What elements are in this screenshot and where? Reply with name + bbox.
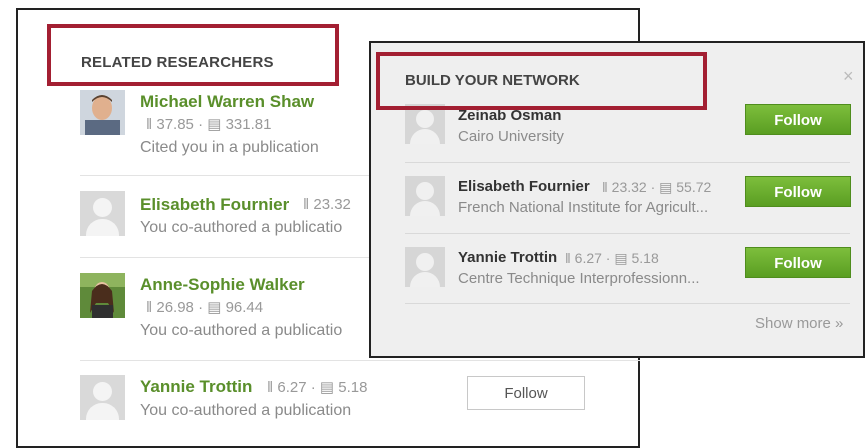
network-person-name[interactable]: Yannie Trottin [458,249,557,266]
researcher-name-link[interactable]: Michael Warren Shaw [140,92,314,112]
follow-button[interactable]: Follow [745,247,851,278]
divider [405,303,850,304]
divider [80,360,640,361]
divider [405,233,850,234]
network-person-name[interactable]: Elisabeth Fournier [458,178,590,195]
avatar[interactable] [80,273,125,318]
researcher-description: Cited you in a publication [140,139,319,156]
show-more-link[interactable]: Show more » [755,315,843,332]
researcher-description: You co-authored a publicatio [140,219,343,236]
network-person-affiliation: Centre Technique Interprofessionn... [458,270,700,287]
build-network-title: BUILD YOUR NETWORK [405,72,580,89]
follow-button[interactable]: Follow [745,176,851,207]
researcher-description: You co-authored a publicatio [140,322,343,339]
researcher-stats: ‖ 6.27 · ▤ 5.18 [267,379,368,396]
researcher-description: You co-authored a publication [140,402,352,419]
follow-button[interactable]: Follow [467,376,585,410]
researcher-stats: ‖ 23.32 [303,196,351,213]
avatar[interactable] [80,90,125,135]
divider [405,162,850,163]
researcher-stats: ‖ 37.85 · ▤ 331.81 [146,116,272,133]
network-person-stats: ‖ 23.32 · ▤ 55.72 [602,179,712,195]
avatar[interactable] [405,247,445,287]
follow-button[interactable]: Follow [745,104,851,135]
researcher-stats: ‖ 26.98 · ▤ 96.44 [146,299,264,316]
avatar[interactable] [405,104,445,144]
close-icon[interactable]: × [843,66,854,87]
avatar[interactable] [80,375,125,420]
researcher-name-link[interactable]: Yannie Trottin [140,377,252,397]
avatar[interactable] [405,176,445,216]
avatar[interactable] [80,191,125,236]
researcher-name-link[interactable]: Elisabeth Fournier [140,195,289,215]
network-person-affiliation: French National Institute for Agricult..… [458,199,709,216]
related-researchers-title: RELATED RESEARCHERS [81,54,274,71]
network-person-affiliation: Cairo University [458,128,564,145]
network-person-stats: ‖ 6.27 · ▤ 5.18 [565,250,659,266]
researcher-name-link[interactable]: Anne-Sophie Walker [140,275,305,295]
